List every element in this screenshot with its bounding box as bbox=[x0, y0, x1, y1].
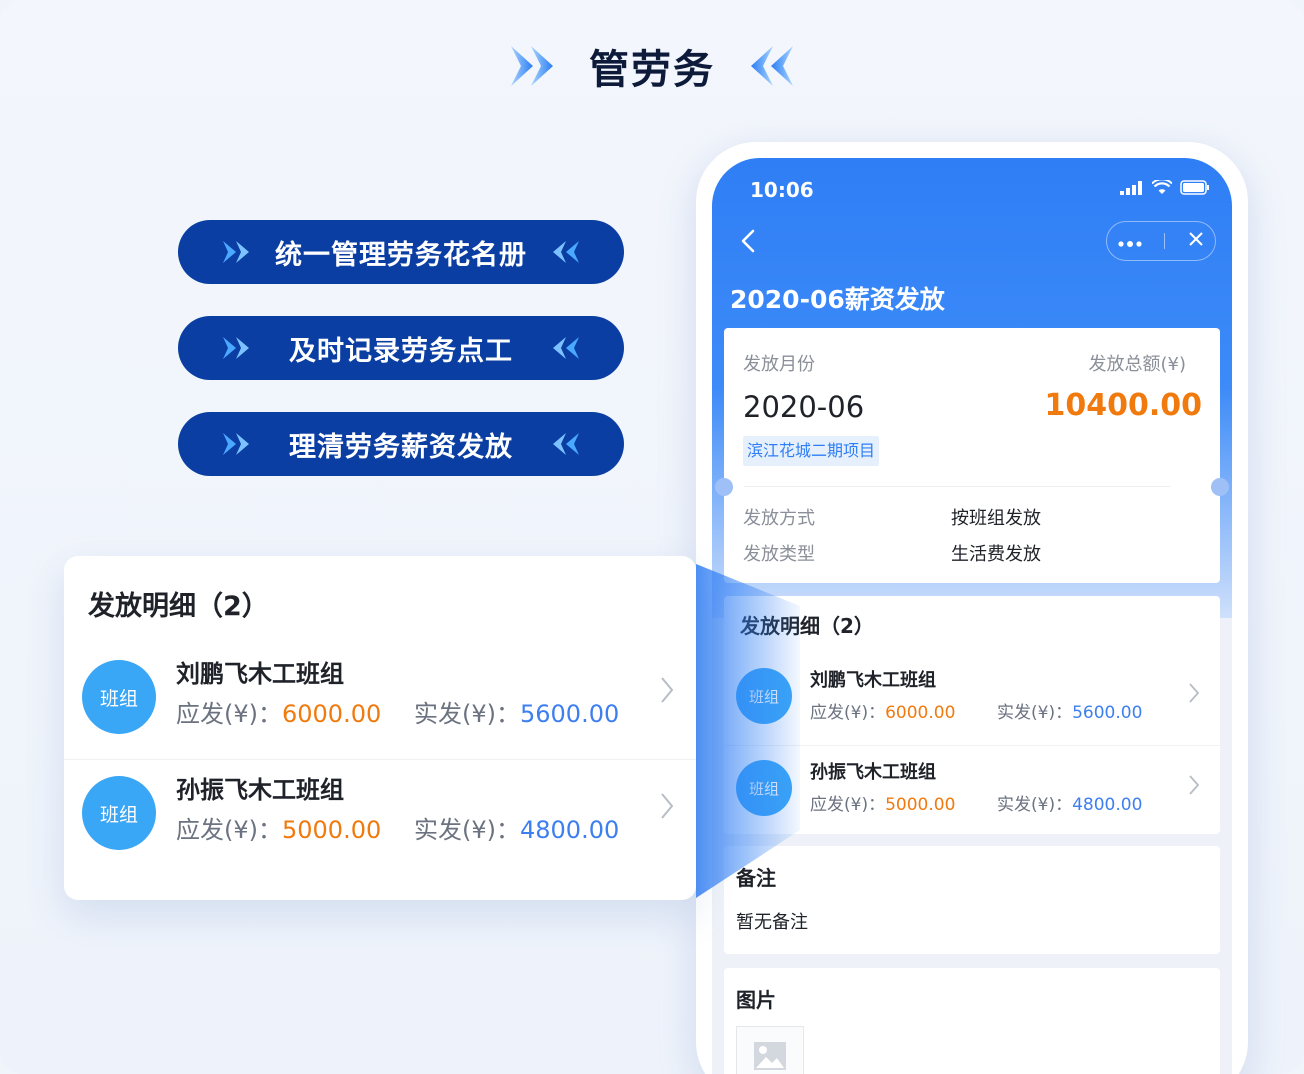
hero-header: 管劳务 bbox=[0, 38, 1304, 94]
signal-icon bbox=[1120, 180, 1144, 199]
feature-label: 统一管理劳务花名册 bbox=[275, 239, 527, 271]
pictures-card: 图片 bbox=[724, 968, 1220, 1074]
feature-label: 理清劳务薪资发放 bbox=[289, 431, 513, 463]
double-chevron-right-icon bbox=[509, 43, 567, 89]
double-chevron-right-icon bbox=[222, 432, 256, 463]
feature-label: 及时记录劳务点工 bbox=[289, 335, 513, 367]
project-tag: 滨江花城二期项目 bbox=[743, 436, 880, 466]
chevron-right-icon bbox=[660, 676, 674, 708]
paid-label: 实发(¥)： bbox=[414, 816, 520, 844]
due-label: 应发(¥)： bbox=[810, 703, 886, 723]
card-notch-right bbox=[1211, 478, 1229, 496]
hero-title: 管劳务 bbox=[589, 47, 715, 93]
feature-pill-attendance: 及时记录劳务点工 bbox=[178, 316, 624, 380]
double-chevron-left-icon bbox=[737, 43, 795, 89]
detail-row[interactable]: 班组 孙振飞木工班组 应发(¥)：5000.00 实发(¥)：4800.00 bbox=[724, 748, 1220, 838]
close-icon[interactable] bbox=[1188, 231, 1204, 251]
method-value: 按班组发放 bbox=[951, 508, 1041, 529]
due-line: 应发(¥)：5000.00 bbox=[810, 790, 955, 815]
page-title: 2020-06薪资发放 bbox=[730, 285, 945, 314]
phone-screen: 10:06 2020-06薪资发放 发放月份 发放总额(¥) 2020-06 1… bbox=[712, 158, 1232, 1074]
back-icon[interactable] bbox=[736, 228, 762, 254]
type-value: 生活费发放 bbox=[951, 544, 1041, 565]
detail-header: 发放明细（2） bbox=[88, 591, 269, 622]
total-value: 10400.00 bbox=[1044, 388, 1202, 423]
team-name: 刘鹏飞木工班组 bbox=[176, 660, 344, 688]
paid-amount: 5600.00 bbox=[520, 700, 620, 728]
paid-line: 实发(¥)：4800.00 bbox=[997, 790, 1142, 815]
team-name: 刘鹏飞木工班组 bbox=[810, 670, 936, 691]
pictures-header: 图片 bbox=[736, 988, 776, 1012]
total-label: 发放总额(¥) bbox=[1088, 354, 1187, 375]
feature-pill-roster: 统一管理劳务花名册 bbox=[178, 220, 624, 284]
avatar: 班组 bbox=[736, 760, 792, 816]
avatar: 班组 bbox=[736, 668, 792, 724]
paid-line: 实发(¥)：5600.00 bbox=[997, 698, 1142, 723]
mini-program-capsule bbox=[1106, 221, 1216, 261]
paid-line: 实发(¥)：4800.00 bbox=[414, 810, 619, 845]
double-chevron-left-icon bbox=[546, 240, 580, 271]
more-icon[interactable] bbox=[1118, 232, 1142, 251]
detail-row[interactable]: 班组 刘鹏飞木工班组 应发(¥)：6000.00 实发(¥)：5600.00 bbox=[724, 656, 1220, 746]
due-label: 应发(¥)： bbox=[810, 795, 886, 815]
team-name: 孙振飞木工班组 bbox=[176, 776, 344, 804]
battery-icon bbox=[1180, 180, 1210, 199]
avatar: 班组 bbox=[82, 660, 156, 734]
remark-content: 暂无备注 bbox=[736, 912, 808, 933]
status-icons bbox=[1120, 178, 1210, 199]
paid-amount: 4800.00 bbox=[520, 816, 620, 844]
due-label: 应发(¥)： bbox=[176, 816, 282, 844]
due-line: 应发(¥)：6000.00 bbox=[176, 694, 381, 729]
double-chevron-left-icon bbox=[546, 336, 580, 367]
due-amount: 6000.00 bbox=[282, 700, 382, 728]
detail-row[interactable]: 班组 孙振飞木工班组 应发(¥)：5000.00 实发(¥)：4800.00 bbox=[64, 766, 696, 876]
due-amount: 5000.00 bbox=[885, 795, 956, 815]
team-name: 孙振飞木工班组 bbox=[810, 762, 936, 783]
month-label: 发放月份 bbox=[743, 354, 815, 375]
due-line: 应发(¥)：5000.00 bbox=[176, 810, 381, 845]
month-value: 2020-06 bbox=[743, 390, 865, 424]
chevron-right-icon bbox=[660, 792, 674, 824]
card-notch-left bbox=[715, 478, 733, 496]
detail-header: 发放明细（2） bbox=[740, 614, 874, 638]
method-label: 发放方式 bbox=[743, 508, 815, 529]
double-chevron-right-icon bbox=[222, 240, 256, 271]
zoomed-detail-card: 发放明细（2） 班组 刘鹏飞木工班组 应发(¥)：6000.00 实发(¥)：5… bbox=[64, 556, 696, 900]
avatar: 班组 bbox=[82, 776, 156, 850]
status-time: 10:06 bbox=[750, 178, 814, 202]
due-amount: 6000.00 bbox=[885, 703, 956, 723]
paid-amount: 4800.00 bbox=[1072, 795, 1143, 815]
detail-row[interactable]: 班组 刘鹏飞木工班组 应发(¥)：6000.00 实发(¥)：5600.00 bbox=[64, 650, 696, 760]
double-chevron-left-icon bbox=[546, 432, 580, 463]
due-line: 应发(¥)：6000.00 bbox=[810, 698, 955, 723]
payroll-detail-card: 发放明细（2） 班组 刘鹏飞木工班组 应发(¥)：6000.00 实发(¥)：5… bbox=[724, 596, 1220, 834]
paid-line: 实发(¥)：5600.00 bbox=[414, 694, 619, 729]
feature-pill-payroll: 理清劳务薪资发放 bbox=[178, 412, 624, 476]
paid-label: 实发(¥)： bbox=[997, 795, 1073, 815]
double-chevron-right-icon bbox=[222, 336, 256, 367]
paid-label: 实发(¥)： bbox=[997, 703, 1073, 723]
paid-amount: 5600.00 bbox=[1072, 703, 1143, 723]
type-label: 发放类型 bbox=[743, 544, 815, 565]
remark-card: 备注 暂无备注 bbox=[724, 846, 1220, 954]
chevron-right-icon bbox=[1188, 774, 1200, 800]
image-placeholder-icon[interactable] bbox=[736, 1026, 804, 1074]
due-label: 应发(¥)： bbox=[176, 700, 282, 728]
divider bbox=[744, 486, 1170, 487]
chevron-right-icon bbox=[1188, 682, 1200, 708]
capsule-divider bbox=[1164, 233, 1166, 249]
due-amount: 5000.00 bbox=[282, 816, 382, 844]
wifi-icon bbox=[1151, 178, 1173, 199]
payroll-summary-card: 发放月份 发放总额(¥) 2020-06 10400.00 滨江花城二期项目 发… bbox=[715, 328, 1229, 583]
paid-label: 实发(¥)： bbox=[414, 700, 520, 728]
remark-header: 备注 bbox=[736, 866, 776, 890]
